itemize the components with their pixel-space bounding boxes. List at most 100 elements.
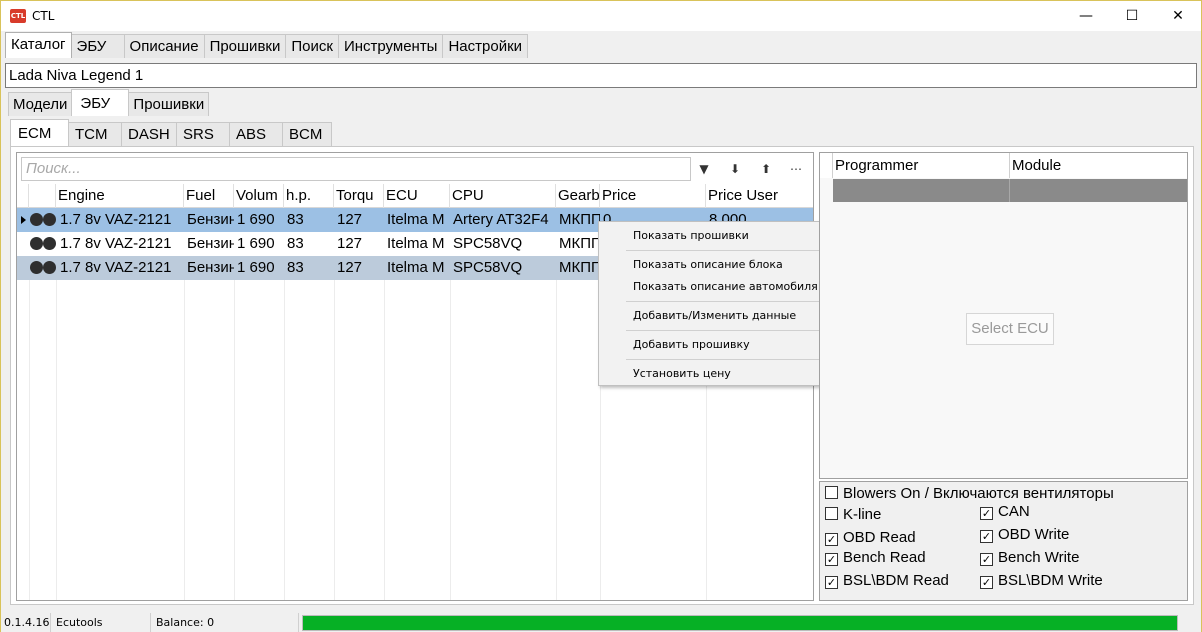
option-blowers[interactable]: Blowers On / Включаются вентиляторы <box>825 485 1114 502</box>
more-icon[interactable]: ⋯ <box>789 162 803 176</box>
cell-gearbox: МКПП <box>559 259 600 276</box>
cell-hp: 83 <box>287 211 304 228</box>
balance-label: Balance: 0 <box>153 613 299 632</box>
checkbox-checked[interactable]: ✓ <box>825 533 838 546</box>
title-bar: CTL CTL — ☐ ✕ <box>1 1 1201 31</box>
catalog-subtabs: Модели ЭБУ Прошивки <box>8 89 210 119</box>
status-dot-icon <box>43 213 56 226</box>
subtab-models[interactable]: Модели <box>8 92 73 116</box>
menu-item-edit-data[interactable]: Добавить/Изменить данные <box>633 309 796 322</box>
cell-ecu: Itelma M <box>387 259 445 276</box>
menu-item-show-firmware[interactable]: Показать прошивки <box>633 229 749 242</box>
app-window: CTL CTL — ☐ ✕ Каталог ЭБУ Описание Проши… <box>0 0 1202 632</box>
cell-ecu: Itelma M <box>387 211 445 228</box>
option-can[interactable]: ✓ CAN <box>980 503 1030 520</box>
programmer-panel: Programmer Module Select ECU <box>819 152 1188 479</box>
menu-item-show-car-description[interactable]: Показать описание автомобиля <box>633 280 818 293</box>
header-torque[interactable]: Torqu <box>334 184 384 208</box>
cell-fuel: Бензин <box>187 211 234 228</box>
header-programmer[interactable]: Programmer <box>833 153 1010 178</box>
header-indicator <box>17 184 29 208</box>
menu-item-add-firmware[interactable]: Добавить прошивку <box>633 338 750 351</box>
header-ecu[interactable]: ECU <box>384 184 450 208</box>
menu-item-set-price[interactable]: Установить цену <box>633 367 731 380</box>
programmer-header-indicator <box>820 153 833 178</box>
option-obd-read[interactable]: ✓ OBD Read <box>825 529 916 546</box>
checkbox-checked[interactable]: ✓ <box>825 553 838 566</box>
progress-bar <box>302 615 1178 631</box>
cell-engine: 1.7 8v VAZ-2121 <box>60 235 172 252</box>
tab-firmware[interactable]: Прошивки <box>203 34 287 58</box>
cell-torque: 127 <box>337 211 363 228</box>
version-label: 0.1.4.16 <box>1 613 51 632</box>
checkbox[interactable] <box>825 507 838 520</box>
header-volume[interactable]: Volum <box>234 184 284 208</box>
close-button[interactable]: ✕ <box>1155 1 1201 31</box>
programmer-new-row[interactable] <box>833 179 1187 202</box>
tab-settings[interactable]: Настройки <box>442 34 529 58</box>
cell-fuel: Бензин <box>187 259 234 276</box>
checkbox[interactable] <box>825 486 838 499</box>
header-fuel[interactable]: Fuel <box>184 184 234 208</box>
cell-cpu: SPC58VQ <box>453 235 523 252</box>
tab-srs[interactable]: SRS <box>176 122 230 146</box>
protocol-options: Blowers On / Включаются вентиляторы K-li… <box>819 481 1188 601</box>
arrow-up-icon[interactable]: ⬆ <box>759 162 773 176</box>
user-label: Ecutools <box>53 613 151 632</box>
checkbox-checked[interactable]: ✓ <box>825 576 838 589</box>
tab-bcm[interactable]: BCM <box>282 122 332 146</box>
window-title: CTL <box>32 9 55 23</box>
subtab-ecu[interactable]: ЭБУ <box>71 89 130 116</box>
checkbox-checked[interactable]: ✓ <box>980 530 993 543</box>
header-price-user[interactable]: Price User <box>706 184 813 208</box>
checkbox-checked[interactable]: ✓ <box>980 553 993 566</box>
search-input[interactable]: Поиск... <box>21 157 691 181</box>
status-dot-icon <box>30 237 43 250</box>
checkbox-checked[interactable]: ✓ <box>980 507 993 520</box>
app-logo: CTL <box>10 9 26 23</box>
arrow-down-icon[interactable]: ⬇ <box>728 162 742 176</box>
cell-ecu: Itelma M <box>387 235 445 252</box>
header-engine[interactable]: Engine <box>56 184 184 208</box>
tab-catalog[interactable]: Каталог <box>5 32 72 58</box>
header-gearbox[interactable]: Gearb <box>556 184 600 208</box>
status-dot-icon <box>30 261 43 274</box>
filter-icon[interactable]: ▼ <box>697 162 711 176</box>
select-ecu-placeholder: Select ECU <box>966 313 1054 345</box>
tab-description[interactable]: Описание <box>123 34 205 58</box>
tab-ecu[interactable]: ЭБУ <box>70 34 125 58</box>
cell-volume: 1 690 <box>237 211 275 228</box>
cell-volume: 1 690 <box>237 259 275 276</box>
option-obd-write[interactable]: ✓ OBD Write <box>980 526 1069 543</box>
header-module[interactable]: Module <box>1010 153 1187 178</box>
option-bsl-write[interactable]: ✓ BSL\BDM Write <box>980 572 1103 589</box>
cell-engine: 1.7 8v VAZ-2121 <box>60 211 172 228</box>
subtab-firmware[interactable]: Прошивки <box>128 92 210 116</box>
tab-abs[interactable]: ABS <box>229 122 283 146</box>
maximize-button[interactable]: ☐ <box>1109 1 1155 31</box>
cell-hp: 83 <box>287 259 304 276</box>
option-bench-read[interactable]: ✓ Bench Read <box>825 549 926 566</box>
option-bench-write[interactable]: ✓ Bench Write <box>980 549 1079 566</box>
status-dot-icon <box>43 261 56 274</box>
option-k-line[interactable]: K-line <box>825 506 881 523</box>
tab-tcm[interactable]: TCM <box>68 122 122 146</box>
option-bsl-read[interactable]: ✓ BSL\BDM Read <box>825 572 949 589</box>
checkbox-checked[interactable]: ✓ <box>980 576 993 589</box>
tab-dash[interactable]: DASH <box>121 122 177 146</box>
header-cpu[interactable]: CPU <box>450 184 556 208</box>
ecu-type-tabs: ECM TCM DASH SRS ABS BCM <box>10 119 332 149</box>
minimize-button[interactable]: — <box>1063 1 1109 31</box>
progress-fill <box>303 616 1177 630</box>
vehicle-path-field[interactable]: Lada Niva Legend 1 <box>5 63 1197 88</box>
tab-ecm[interactable]: ECM <box>10 119 69 146</box>
current-row-marker-icon <box>21 216 26 224</box>
cell-cpu: Artery AT32F4 <box>453 211 549 228</box>
status-dot-icon <box>30 213 43 226</box>
cell-gearbox: МКПП <box>559 211 600 228</box>
header-hp[interactable]: h.p. <box>284 184 334 208</box>
menu-item-show-block-description[interactable]: Показать описание блока <box>633 258 783 271</box>
tab-tools[interactable]: Инструменты <box>337 34 444 58</box>
tab-search[interactable]: Поиск <box>285 34 339 58</box>
header-price[interactable]: Price <box>600 184 706 208</box>
